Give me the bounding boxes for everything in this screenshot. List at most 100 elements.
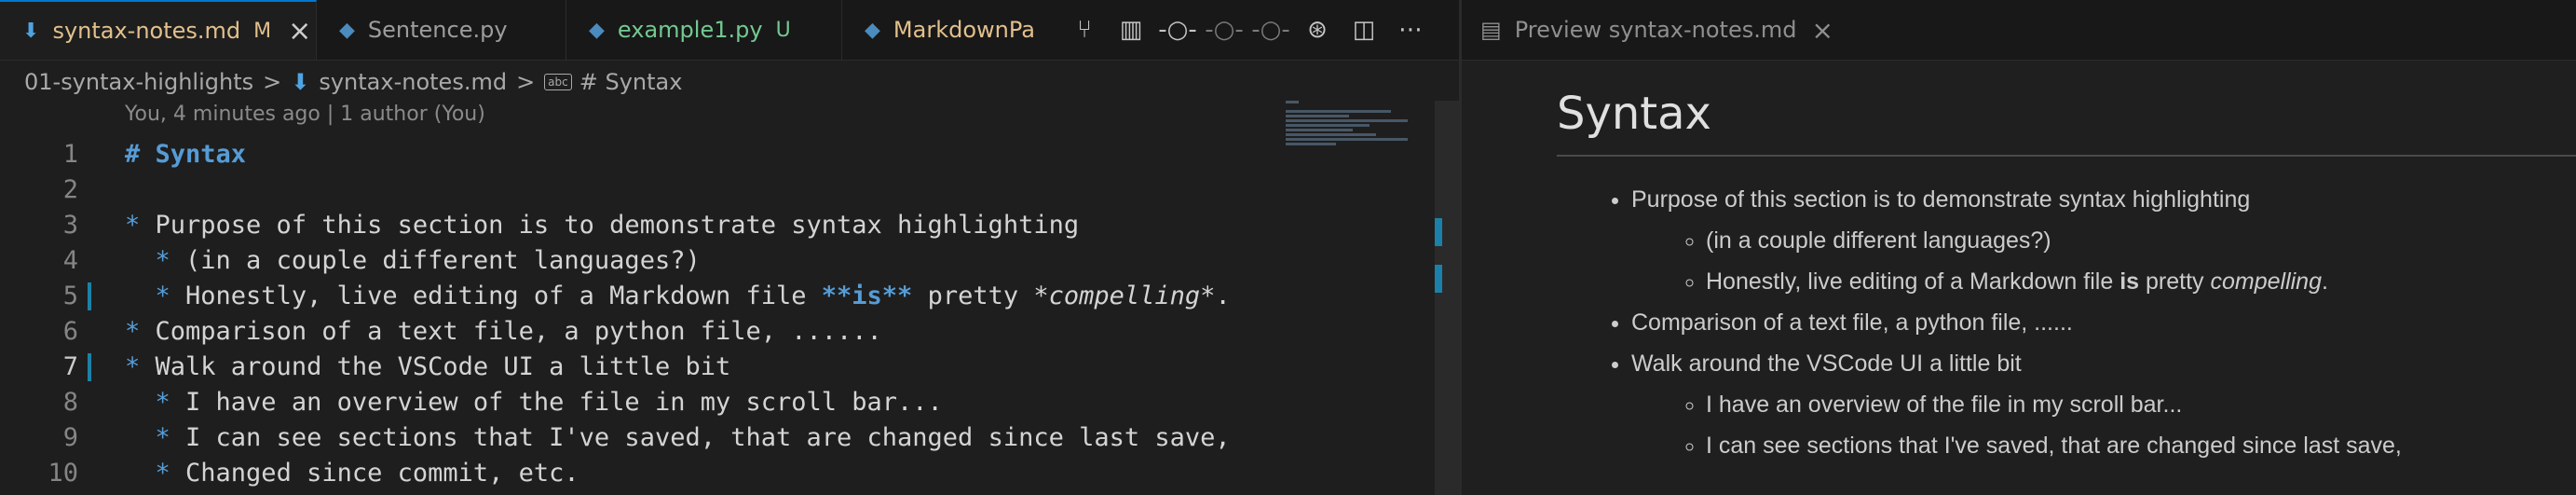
markdown-preview: Syntax Purpose of this section is to dem… <box>1557 60 2576 466</box>
preview-list: Purpose of this section is to demonstrat… <box>1557 179 2576 466</box>
code-token: . <box>1215 282 1231 310</box>
code-text: * I have an overview of the file in my s… <box>125 385 943 420</box>
tab-label: example1.py <box>617 17 763 43</box>
list-item: Purpose of this section is to demonstrat… <box>1631 179 2576 302</box>
close-tab-icon[interactable]: × <box>1811 15 1833 46</box>
line-number: 7 <box>62 352 78 381</box>
markdown-icon: ⬇ <box>22 19 40 43</box>
list-item: Comparison of a text file, a python file… <box>1631 302 2576 343</box>
next-change-icon[interactable]: -○- <box>1247 0 1294 60</box>
code-line[interactable]: 6 * Comparison of a text file, a python f… <box>0 314 1435 350</box>
preview-tab-bar: ▤ Preview syntax-notes.md × <box>1462 0 2576 61</box>
italic-text: compelling <box>2210 268 2322 295</box>
code-editor[interactable]: 1 # Syntax 2 3 * Purpose of this section is … <box>0 137 1435 491</box>
source-control-icon[interactable]: ⑂ <box>1061 0 1108 60</box>
git-commit-icon[interactable]: -○- <box>1154 0 1201 60</box>
scrollbar-change-marker <box>1435 265 1442 293</box>
line-number: 2 <box>62 175 78 204</box>
breadcrumb: 01-syntax-highlights > ⬇ syntax-notes.md… <box>24 65 682 99</box>
open-changes-icon[interactable]: ▥ <box>1108 0 1154 60</box>
preview-heading: Syntax <box>1557 88 2576 157</box>
code-line[interactable]: 1 # Syntax <box>0 137 1435 172</box>
python-icon: ◆ <box>865 18 880 42</box>
code-token: * <box>125 282 186 310</box>
code-token: * <box>125 246 186 275</box>
code-line[interactable]: 9 * I can see sections that I've saved, … <box>0 420 1435 456</box>
tab-syntax-notes[interactable]: ⬇ syntax-notes.md M × <box>0 0 317 60</box>
chevron-right-icon: > <box>263 69 282 95</box>
minimap-line <box>1286 129 1353 131</box>
list-item: I can see sections that I've saved, that… <box>1706 425 2576 466</box>
list-item: I have an overview of the file in my scr… <box>1706 384 2576 425</box>
code-line[interactable]: 7 * Walk around the VSCode UI a little bi… <box>0 350 1435 385</box>
editor-actions: ⑂ ▥ -○- -○- -○- ⊛ ◫ ⋯ <box>1048 0 1434 60</box>
more-actions-icon[interactable]: ⋯ <box>1387 0 1434 60</box>
code-token: I can see sections that I've saved, that… <box>185 423 1231 452</box>
git-blame-lens[interactable]: You, 4 minutes ago | 1 author (You) <box>125 103 485 126</box>
breadcrumb-folder[interactable]: 01-syntax-highlights <box>24 69 253 95</box>
line-number: 6 <box>62 317 78 346</box>
code-line[interactable]: 8 * I have an overview of the file in my… <box>0 385 1435 420</box>
untracked-badge: U <box>775 18 791 42</box>
list-item-text: pretty <box>2139 268 2211 295</box>
code-token: * <box>125 211 156 240</box>
code-text: * Honestly, live editing of a Markdown f… <box>125 279 1231 314</box>
list-item-text: Walk around the VSCode UI a little bit <box>1631 351 2022 377</box>
code-line[interactable]: 4 * (in a couple different languages?) <box>0 243 1435 279</box>
split-editor-icon[interactable]: ◫ <box>1341 0 1387 60</box>
string-symbol-icon: abc <box>544 74 572 90</box>
close-tab-icon[interactable]: × <box>288 15 311 48</box>
breadcrumb-symbol[interactable]: # Syntax <box>579 69 683 95</box>
breadcrumb-file[interactable]: syntax-notes.md <box>319 69 507 95</box>
previous-change-icon[interactable]: -○- <box>1201 0 1247 60</box>
editor-tab-bar: ⬇ syntax-notes.md M × ◆ Sentence.py ◆ ex… <box>0 0 1462 61</box>
code-token: (in a couple different languages?) <box>185 246 701 275</box>
code-token: # Syntax <box>125 140 247 169</box>
minimap-line <box>1286 101 1300 103</box>
code-line[interactable]: 3 * Purpose of this section is to demonst… <box>0 208 1435 243</box>
minimap-line <box>1286 110 1392 113</box>
code-token: * <box>125 459 186 488</box>
line-number: 10 <box>48 459 78 488</box>
minimap[interactable] <box>1286 101 1433 166</box>
code-token: **is** <box>821 282 913 310</box>
gutter-modified-marker[interactable] <box>88 282 91 310</box>
line-number: 8 <box>62 388 78 417</box>
gutter-modified-marker[interactable] <box>88 353 91 381</box>
vertical-scrollbar[interactable] <box>1435 101 1459 495</box>
tab-label: Preview syntax-notes.md <box>1514 17 1797 43</box>
line-number: 3 <box>62 211 78 240</box>
minimap-line <box>1286 133 1377 136</box>
tab-sentence-py[interactable]: ◆ Sentence.py <box>317 0 566 60</box>
scrollbar-change-marker <box>1435 218 1442 246</box>
timeline-icon[interactable]: ⊛ <box>1294 0 1341 60</box>
line-number: 1 <box>62 140 78 169</box>
list-item-text: Comparison of a text file, a python file… <box>1631 309 2073 336</box>
line-number: 9 <box>62 423 78 452</box>
code-token: Comparison of a text file, a python file… <box>155 317 882 346</box>
code-text: * Comparison of a text file, a python fi… <box>125 314 882 350</box>
chevron-right-icon: > <box>516 69 536 95</box>
minimap-line <box>1286 143 1336 145</box>
python-icon: ◆ <box>589 18 605 42</box>
code-line[interactable]: 2 <box>0 172 1435 208</box>
code-line[interactable]: 5 * Honestly, live editing of a Markdown… <box>0 279 1435 314</box>
preview-pane: ▤ Preview syntax-notes.md × Syntax Purpo… <box>1462 0 2576 495</box>
list-item-text: Purpose of this section is to demonstrat… <box>1631 186 2251 213</box>
code-token: Purpose of this section is to demonstrat… <box>155 211 1080 240</box>
tab-preview-syntax-notes[interactable]: ▤ Preview syntax-notes.md × <box>1462 0 1833 60</box>
editor-pane: ⬇ syntax-notes.md M × ◆ Sentence.py ◆ ex… <box>0 0 1462 495</box>
list-item: (in a couple different languages?) <box>1706 220 2576 261</box>
tab-example1-py[interactable]: ◆ example1.py U <box>566 0 842 60</box>
code-token: Walk around the VSCode UI a little bit <box>155 352 731 381</box>
code-token: * <box>125 317 156 346</box>
minimap-line <box>1286 138 1409 141</box>
code-token: *compelling* <box>1033 282 1216 310</box>
code-line[interactable]: 10 * Changed since commit, etc. <box>0 456 1435 491</box>
minimap-line <box>1286 124 1370 127</box>
markdown-icon: ⬇ <box>291 69 310 95</box>
modified-badge: M <box>253 19 272 43</box>
minimap-line <box>1286 115 1350 117</box>
code-token: * <box>125 388 186 417</box>
line-number: 4 <box>62 246 78 275</box>
